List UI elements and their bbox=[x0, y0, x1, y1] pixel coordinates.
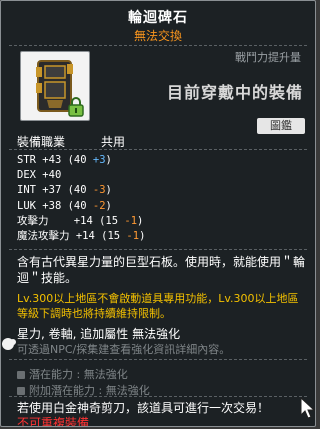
stat-row: DEX +40 bbox=[17, 169, 62, 182]
stat-row: INT +37 (40 -3) bbox=[17, 184, 112, 197]
potential-line: 潛在能力 : 無法強化 bbox=[17, 366, 128, 382]
stat-row: LUK +38 (40 -2) bbox=[17, 199, 112, 212]
combat-power-label: 戰鬥力提升量 bbox=[235, 51, 301, 64]
item-tooltip: 輪迴碑石 無法交換 戰鬥力提升量 目前穿戴中的裝備 圖鑑 裝備職業 共用 STR… bbox=[0, 0, 316, 427]
job-label: 裝備職業 bbox=[17, 135, 66, 149]
potential-bullet-icon bbox=[17, 371, 25, 379]
stat-row: 魔法攻擊力 +14 (15 -1) bbox=[17, 229, 146, 242]
stat-row: STR +43 (40 +3) bbox=[17, 154, 112, 166]
enhance-hint: 可透過NPC/探集建查看強化資訊詳細內容。 bbox=[17, 343, 231, 356]
divider bbox=[9, 45, 307, 46]
divider bbox=[9, 149, 307, 150]
item-name: 輪迴碑石 bbox=[128, 10, 188, 26]
trade-status: 無法交換 bbox=[133, 29, 182, 43]
preview-button[interactable]: 圖鑑 bbox=[257, 118, 305, 134]
job-value: 共用 bbox=[101, 135, 126, 149]
divider bbox=[9, 396, 307, 397]
item-description: 含有古代異星力量的巨型石板。使用時，就能使用＂輪迴＂技能。 bbox=[17, 255, 306, 285]
equip-restriction: 不可重複裝備 bbox=[17, 416, 90, 427]
stat-row: 攻擊力 +14 (15 -1) bbox=[17, 214, 144, 227]
attributes-note: 星力, 卷軸, 追加屬性 無法強化 bbox=[17, 327, 181, 341]
mouse-cursor-icon bbox=[300, 397, 315, 419]
lock-icon bbox=[68, 97, 84, 117]
level-note: Lv.300以上地區不會啟動道具專用功能，Lv.300以上地區等級下調時也將持續… bbox=[17, 292, 299, 320]
divider bbox=[9, 359, 307, 360]
item-icon-frame bbox=[20, 51, 90, 121]
potential-bullet-icon bbox=[17, 387, 25, 395]
stats-list: STR +43 (40 +3) DEX +40 INT +37 (40 -3) … bbox=[17, 153, 145, 244]
combat-power-value: 目前穿戴中的裝備 bbox=[166, 83, 303, 102]
hand-cursor-icon bbox=[2, 338, 16, 350]
divider bbox=[9, 249, 307, 250]
